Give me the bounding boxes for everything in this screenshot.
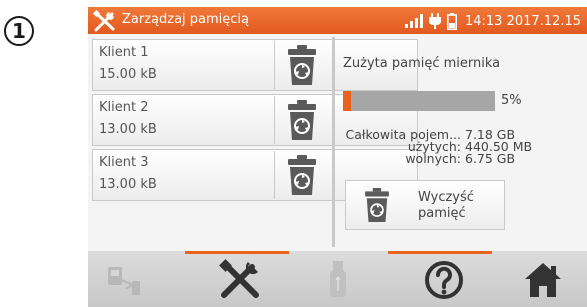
free-value: 6.75 GB (465, 151, 516, 166)
settings-button[interactable] (210, 255, 270, 305)
toolbar-accent-line (388, 251, 492, 254)
data-transfer-icon (108, 267, 140, 295)
trash-recycle-icon (288, 100, 316, 140)
memory-usage-bar (343, 91, 495, 111)
usb-button[interactable] (308, 255, 368, 305)
clear-memory-button[interactable]: Wyczyść pamięć (345, 180, 505, 230)
client-name: Klient 2 (99, 100, 149, 115)
wrench-screwdriver-icon (92, 9, 115, 32)
window-title: Zarządzaj pamięcią (122, 12, 250, 27)
delete-client-button[interactable] (274, 96, 329, 144)
memory-usage-bar-fill (343, 91, 351, 111)
trash-recycle-icon (365, 188, 389, 222)
usb-icon (330, 261, 346, 297)
home-button[interactable] (513, 255, 573, 305)
home-icon (525, 263, 561, 297)
memory-usage-title: Zużyta pamięć miernika (343, 56, 501, 71)
help-icon (425, 261, 463, 299)
delete-client-button[interactable] (274, 151, 329, 199)
client-size: 15.00 kB (99, 67, 157, 82)
memory-stat-labels: Całkowita pojem... użytych: wolnych: (343, 128, 461, 166)
power-plug-icon (428, 13, 441, 29)
wrench-screwdriver-icon (219, 259, 259, 298)
client-size: 13.00 kB (99, 177, 157, 192)
trash-recycle-icon (288, 155, 316, 195)
toolbar-accent-line (185, 251, 289, 254)
step-number-badge: 1 (4, 16, 34, 46)
help-button[interactable] (414, 255, 474, 305)
signal-strength-icon (404, 14, 423, 28)
device-screen: Zarządzaj pamięcią 14:13 2017.12.15 Klie… (88, 7, 587, 307)
data-transfer-button[interactable] (94, 255, 154, 305)
bottom-toolbar (88, 251, 587, 307)
memory-stat-values: 7.18 GB 440.50 MB 6.75 GB (465, 128, 532, 166)
free-label: wolnych: (405, 151, 461, 166)
client-size: 13.00 kB (99, 122, 157, 137)
clock-date: 14:13 2017.12.15 (464, 13, 581, 29)
memory-info-panel: Zużyta pamięć miernika 5% Całkowita poje… (340, 37, 587, 247)
title-bar: Zarządzaj pamięcią 14:13 2017.12.15 (88, 7, 587, 34)
panel-divider (332, 37, 335, 247)
clear-memory-label: Wyczyść pamięć (418, 190, 474, 221)
client-name: Klient 3 (99, 155, 149, 170)
delete-client-button[interactable] (274, 41, 329, 89)
trash-recycle-icon (288, 45, 316, 85)
memory-usage-percent: 5% (501, 93, 522, 108)
client-name: Klient 1 (99, 45, 149, 60)
status-area: 14:13 2017.12.15 (404, 9, 581, 33)
battery-icon (446, 12, 457, 30)
